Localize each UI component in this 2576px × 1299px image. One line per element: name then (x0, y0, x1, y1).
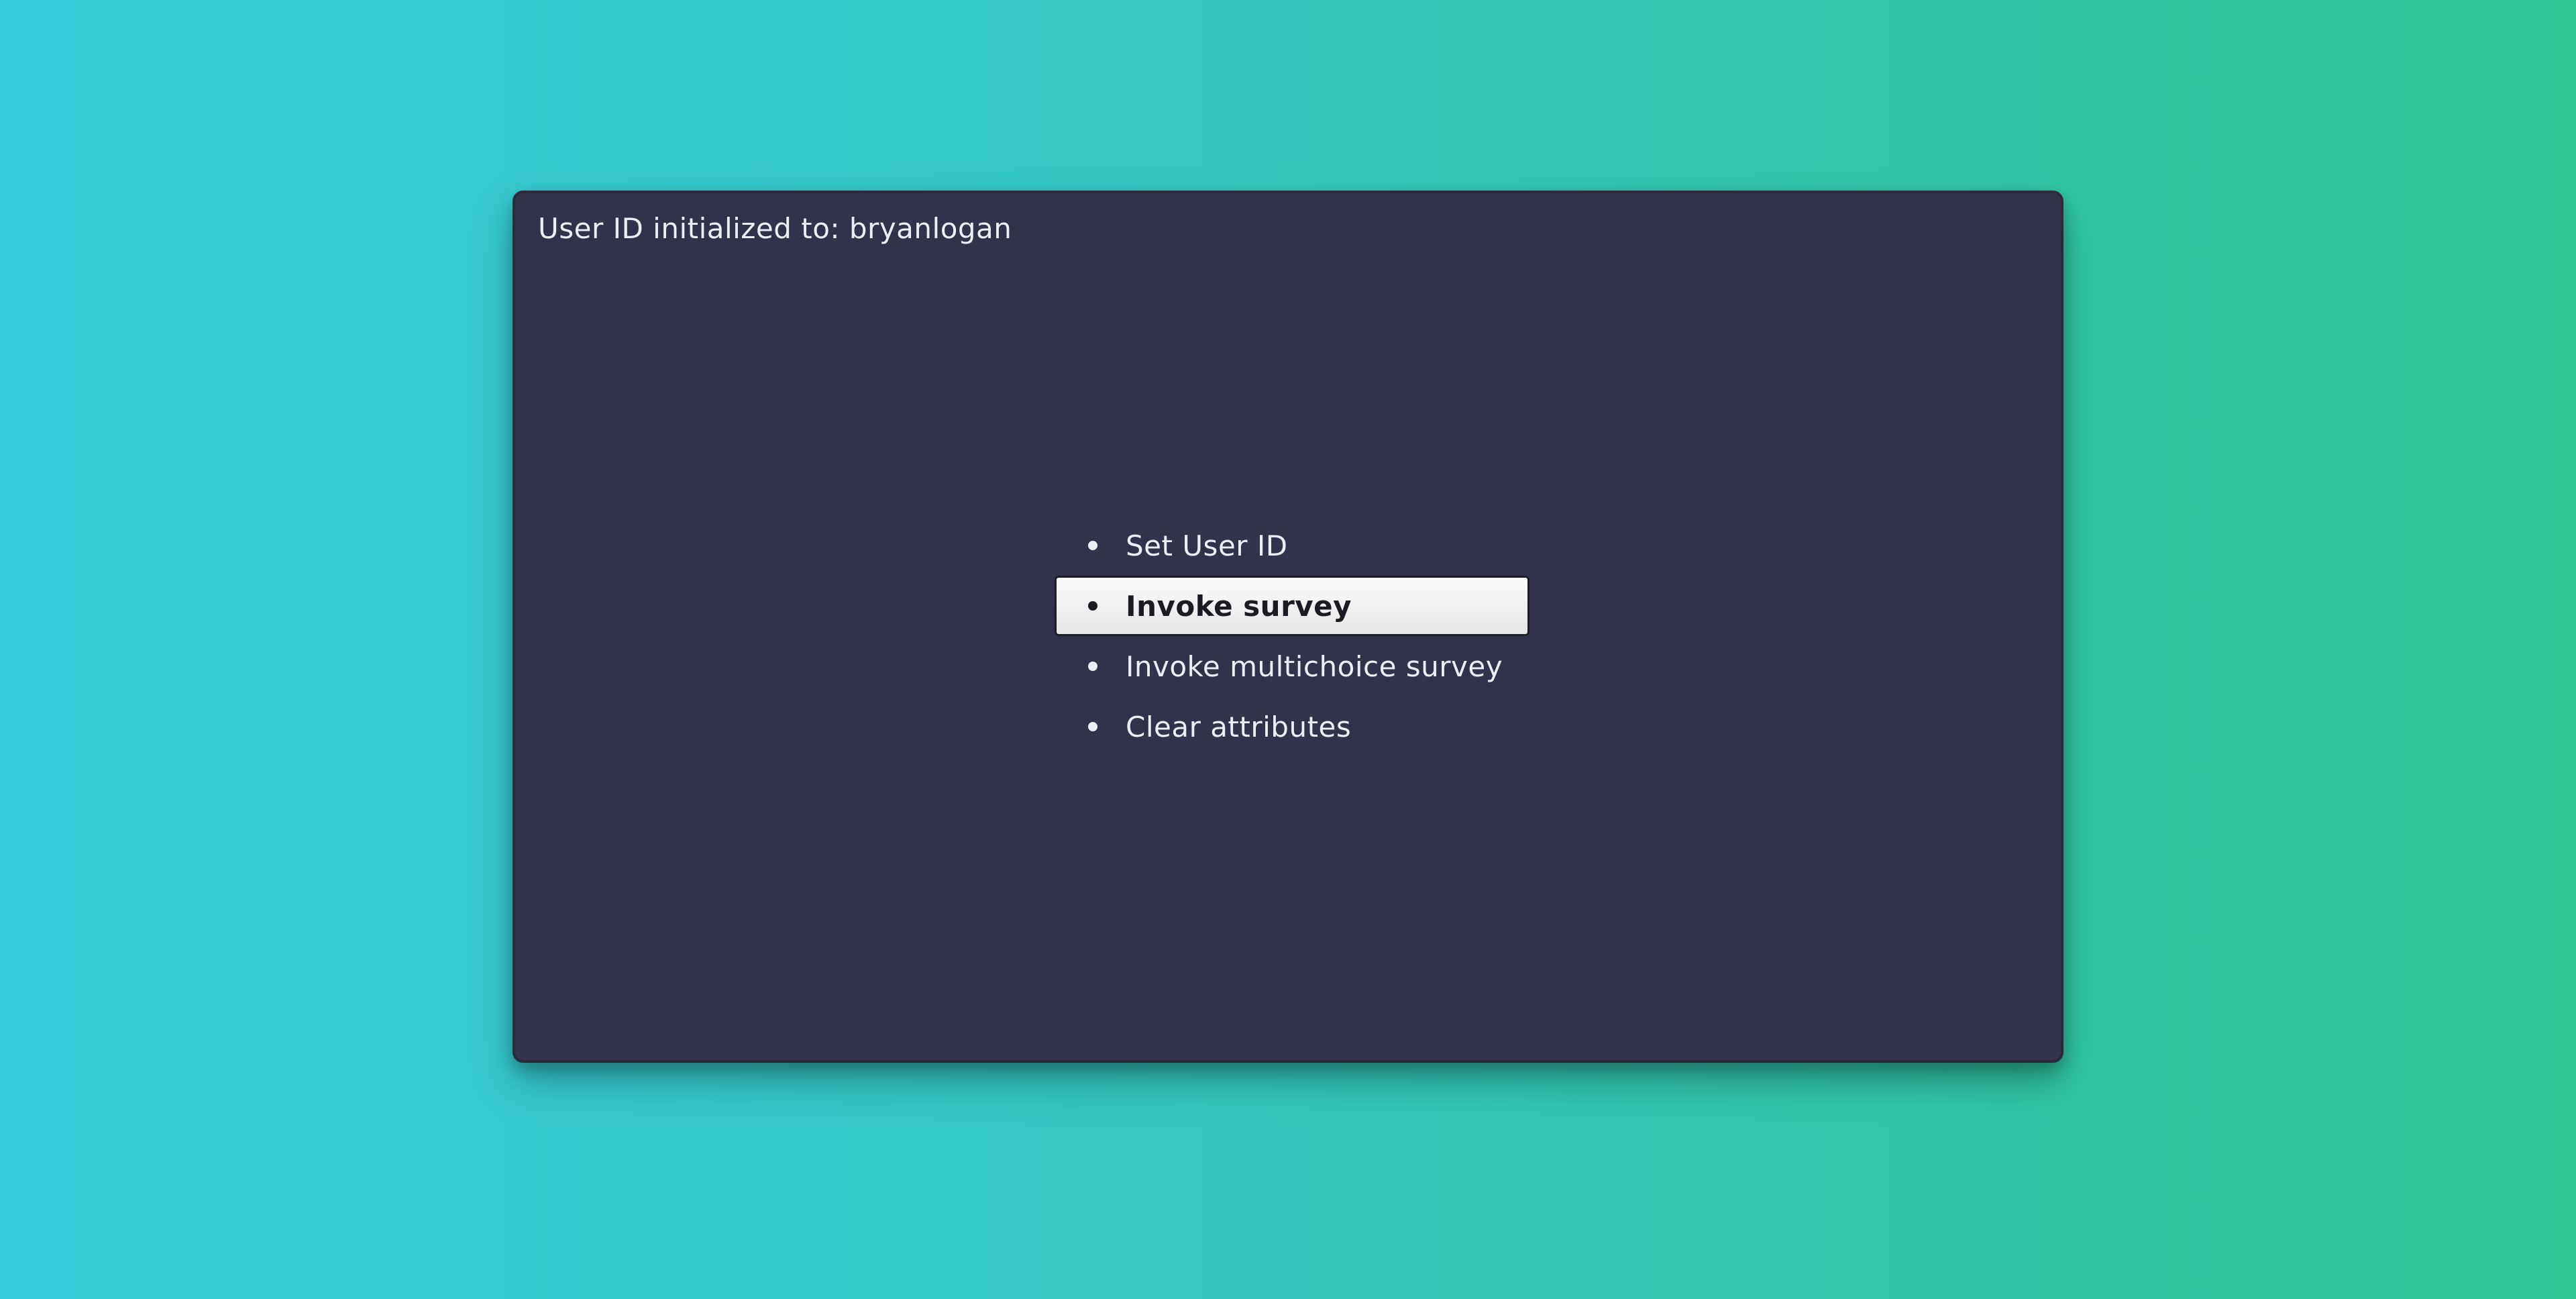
bullet-icon (1088, 601, 1097, 611)
menu-item-set-user-id[interactable]: Set User ID (1055, 515, 1529, 576)
bullet-icon (1088, 662, 1097, 671)
menu-item-label: Set User ID (1126, 529, 1288, 562)
main-menu: Set User ID Invoke survey Invoke multich… (1055, 515, 1529, 757)
app-panel: User ID initialized to: bryanlogan Set U… (513, 191, 2063, 1063)
status-message: User ID initialized to: bryanlogan (538, 212, 1012, 245)
menu-item-label: Clear attributes (1126, 710, 1352, 743)
bullet-icon (1088, 541, 1097, 550)
menu-item-label: Invoke multichoice survey (1126, 650, 1503, 683)
menu-item-label: Invoke survey (1126, 589, 1352, 623)
menu-item-invoke-multichoice-survey[interactable]: Invoke multichoice survey (1055, 636, 1529, 696)
menu-item-invoke-survey[interactable]: Invoke survey (1055, 576, 1529, 636)
bullet-icon (1088, 722, 1097, 731)
menu-item-clear-attributes[interactable]: Clear attributes (1055, 696, 1529, 757)
